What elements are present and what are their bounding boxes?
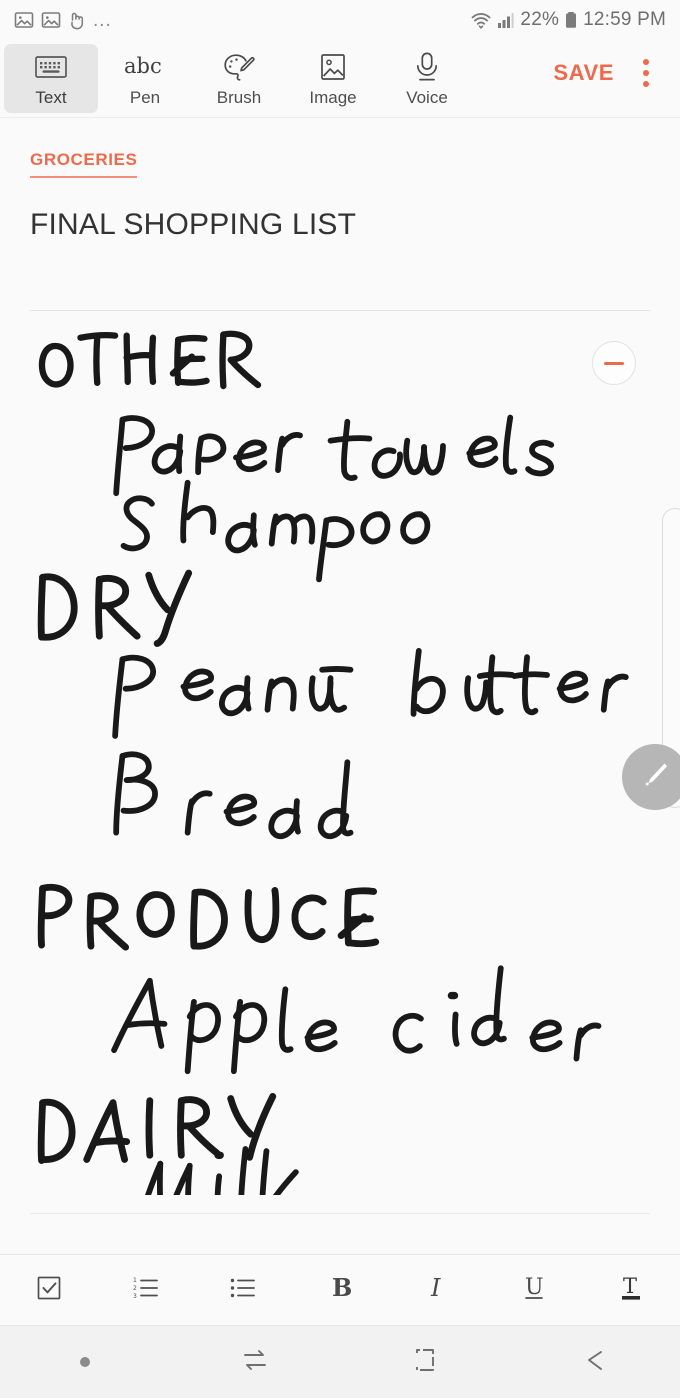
format-text-color-button[interactable]: T — [583, 1255, 680, 1325]
status-bar: ... 22% 12:59 PM — [0, 0, 680, 40]
keyboard-icon — [34, 50, 68, 84]
format-numbered-list-button[interactable]: 123 — [97, 1255, 194, 1325]
minus-icon — [604, 361, 624, 365]
ink-item-shampoo — [120, 479, 431, 583]
nav-recents-button[interactable] — [170, 1326, 340, 1398]
format-toolbar: 123 B I U T — [0, 1254, 680, 1326]
nav-notification-dot[interactable] — [0, 1326, 170, 1398]
status-bar-right: 22% 12:59 PM — [470, 9, 666, 31]
svg-text:U: U — [525, 1275, 544, 1300]
image-icon — [41, 10, 61, 30]
tool-text[interactable]: Text — [4, 44, 98, 113]
nav-back-button[interactable] — [510, 1326, 680, 1398]
back-icon — [580, 1345, 610, 1380]
mode-toolbar: Text abc Pen Brush Image Voice SAVE — [0, 40, 680, 118]
ink-heading-dry — [37, 569, 193, 647]
system-navigation-bar — [0, 1326, 680, 1398]
svg-text:T: T — [623, 1274, 637, 1298]
dot-icon — [80, 1357, 90, 1367]
battery-icon — [564, 10, 578, 30]
more-dot — [643, 58, 649, 65]
ink-item-bread — [113, 751, 354, 840]
svg-text:3: 3 — [133, 1293, 137, 1300]
content-divider-bottom — [30, 1213, 650, 1215]
svg-text:abc: abc — [124, 54, 162, 78]
checkbox-icon — [35, 1274, 63, 1307]
note-category-tag[interactable]: GROCERIES — [30, 150, 138, 178]
svg-text:2: 2 — [133, 1285, 137, 1292]
format-checklist-button[interactable] — [0, 1255, 97, 1325]
ink-item-apple-cider — [111, 965, 602, 1075]
wifi-icon — [470, 10, 492, 30]
image-icon — [14, 10, 34, 30]
picture-icon — [318, 50, 348, 84]
more-options-icon[interactable] — [620, 42, 672, 117]
format-underline-button[interactable]: U — [486, 1255, 583, 1325]
pen-icon — [635, 755, 675, 800]
handwriting-block[interactable] — [30, 323, 650, 1196]
status-more-indicator: ... — [93, 9, 112, 31]
underline-icon: U — [520, 1273, 548, 1308]
ink-item-peanut-butter — [112, 647, 629, 739]
save-button[interactable]: SAVE — [553, 42, 620, 117]
format-italic-button[interactable]: I — [389, 1255, 486, 1325]
clock-label: 12:59 PM — [583, 9, 666, 30]
more-dot — [643, 69, 649, 76]
ink-heading-dairy — [37, 1093, 277, 1164]
signal-bars-icon — [497, 10, 515, 30]
format-bold-button[interactable]: B — [291, 1255, 388, 1325]
note-title[interactable]: FINAL SHOPPING LIST — [30, 208, 650, 242]
tool-pen[interactable]: abc Pen — [98, 44, 192, 113]
svg-text:B: B — [332, 1273, 352, 1302]
ink-item-paper-towels — [113, 414, 555, 497]
touch-icon — [68, 10, 86, 30]
svg-text:1: 1 — [133, 1277, 137, 1284]
note-body: GROCERIES FINAL SHOPPING LIST — [0, 118, 680, 1254]
battery-percent-label: 22% — [520, 9, 560, 30]
collapse-section-button[interactable] — [592, 341, 636, 385]
tool-brush[interactable]: Brush — [192, 44, 286, 113]
ink-heading-produce — [37, 883, 380, 951]
more-dot — [643, 80, 649, 87]
ink-item-milk — [145, 1146, 299, 1196]
bold-icon: B — [326, 1273, 354, 1308]
content-divider-top — [30, 310, 650, 311]
home-icon — [410, 1345, 440, 1380]
tool-image-label: Image — [309, 87, 357, 107]
tool-voice[interactable]: Voice — [380, 44, 474, 113]
handwriting-canvas — [37, 330, 629, 1196]
palette-brush-icon — [222, 50, 256, 84]
format-bullet-list-button[interactable] — [194, 1255, 291, 1325]
tool-pen-label: Pen — [129, 87, 161, 107]
tool-image[interactable]: Image — [286, 44, 380, 113]
tool-text-label: Text — [35, 87, 67, 107]
numbered-list-icon: 123 — [132, 1274, 160, 1307]
abc-pen-icon: abc — [122, 50, 168, 84]
status-bar-left: ... — [14, 10, 112, 30]
microphone-icon — [413, 50, 441, 84]
bullet-list-icon — [229, 1274, 257, 1307]
svg-text:I: I — [430, 1274, 441, 1302]
note-editor-screen: ... 22% 12:59 PM Text abc Pen Brush Imag… — [0, 0, 680, 1398]
nav-home-button[interactable] — [340, 1326, 510, 1398]
tool-voice-label: Voice — [406, 87, 448, 107]
tool-brush-label: Brush — [216, 87, 262, 107]
italic-icon: I — [423, 1273, 451, 1308]
recents-icon — [240, 1345, 270, 1380]
stylus-fab-button[interactable] — [622, 744, 680, 810]
ink-heading-other — [38, 330, 262, 390]
text-color-icon: T — [617, 1273, 645, 1308]
